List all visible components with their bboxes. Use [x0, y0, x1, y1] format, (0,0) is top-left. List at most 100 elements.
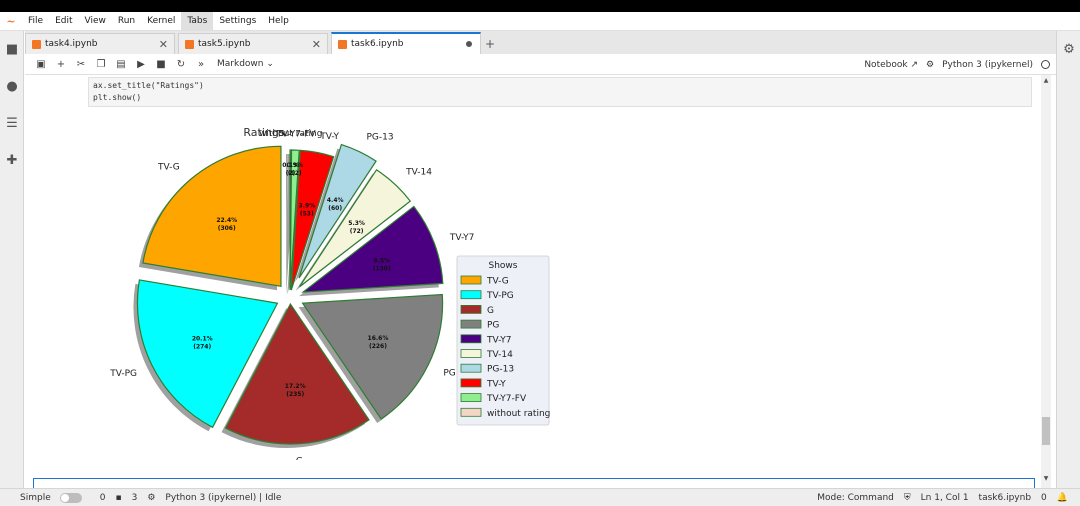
legend-swatch-pg-13 — [460, 363, 482, 373]
file-name: task6.ipynb — [978, 492, 1032, 503]
code-line: plt.show() — [93, 93, 142, 102]
tab-label: task5.ipynb — [198, 39, 251, 49]
tab-label: task6.ipynb — [351, 39, 404, 49]
tab-task5[interactable]: task5.ipynb ✕ — [178, 33, 328, 54]
close-icon[interactable]: ✕ — [159, 38, 168, 51]
legend-label-pg: PG — [487, 321, 499, 331]
editor-mode: Mode: Command — [817, 492, 894, 503]
cursor-position[interactable]: Ln 1, Col 1 — [921, 493, 969, 503]
jupyter-logo-icon: ~ — [6, 14, 16, 28]
tab-task4[interactable]: task4.ipynb ✕ — [25, 33, 175, 54]
kernel-status-icon — [1041, 60, 1050, 69]
left-sidebar: ■ ● ☰ ✚ — [0, 31, 24, 488]
terminal-count: 0 — [99, 492, 106, 503]
notebook-button[interactable]: Notebook ↗ — [864, 60, 918, 70]
slice-label-without-rating: without rating — [259, 129, 322, 139]
kernel-name[interactable]: Python 3 (ipykernel) — [942, 60, 1033, 70]
slice-percent-pg: 16.6% — [368, 335, 389, 342]
notebook-label: Notebook — [864, 59, 908, 70]
stop-icon[interactable]: ■ — [151, 59, 171, 70]
menu-help[interactable]: Help — [262, 12, 295, 31]
slice-label-tv-y7: TV-Y7 — [449, 233, 475, 243]
legend-label-pg-13: PG-13 — [487, 365, 514, 375]
chevron-down-icon: ⌄ — [266, 59, 274, 69]
copy-icon[interactable]: ❐ — [91, 59, 111, 70]
cut-icon[interactable]: ✂ — [71, 59, 91, 70]
property-inspector-icon[interactable]: ⚙ — [1061, 41, 1077, 57]
vertical-scrollbar[interactable]: ▲ ▼ — [1041, 75, 1051, 488]
terminal-icon: ▪ — [115, 492, 122, 503]
slice-label-pg-13: PG-13 — [367, 133, 394, 143]
paste-icon[interactable]: ▤ — [111, 59, 131, 70]
legend-label-without-rating: without rating — [487, 409, 550, 419]
folder-icon[interactable]: ■ — [4, 41, 20, 57]
menu-bar: ~ File Edit View Run Kernel Tabs Setting… — [0, 11, 1080, 31]
legend-swatch-tv-y7 — [460, 334, 482, 344]
legend-swatch-g — [460, 304, 482, 314]
legend-label-tv-y7-fv: TV-Y7-FV — [486, 394, 527, 404]
gear-icon[interactable]: ⚙ — [926, 60, 934, 70]
slice-label-g: G — [296, 457, 303, 460]
simple-mode-label: Simple — [20, 492, 51, 503]
status-bar: Simple 0 ▪ 3 ⚙ Python 3 (ipykernel) | Id… — [0, 488, 1080, 506]
scroll-down-icon[interactable]: ▼ — [1041, 475, 1051, 482]
menu-view[interactable]: View — [79, 12, 112, 31]
code-line: ax.set_title("Ratings") — [93, 81, 204, 90]
legend-swatch-tv-pg — [460, 290, 482, 300]
insert-cell-icon[interactable]: + — [51, 59, 71, 70]
slice-label-tv-14: TV-14 — [405, 168, 432, 178]
simple-mode-toggle[interactable] — [59, 492, 82, 503]
legend-label-tv-y: TV-Y — [486, 379, 506, 389]
bell-icon[interactable]: 🔔 — [1057, 493, 1068, 503]
slice-count-tv-g: (306) — [218, 225, 236, 232]
legend-swatch-tv-g — [460, 275, 482, 285]
legend-label-tv-14: TV-14 — [486, 350, 513, 360]
menu-kernel[interactable]: Kernel — [141, 12, 181, 31]
external-link-icon: ↗ — [910, 59, 918, 70]
scrollbar-thumb[interactable] — [1042, 417, 1050, 445]
slice-percent-tv-pg: 20.1% — [192, 336, 213, 343]
legend-swatch-pg — [460, 319, 482, 329]
fast-forward-icon[interactable]: » — [191, 59, 211, 70]
legend-swatch-tv-14 — [460, 349, 482, 358]
pie-chart: Ratings 22.4%(306)TV-G20.1%(274)TV-PG17.… — [109, 126, 550, 460]
shield-icon: ⛨ — [903, 492, 911, 503]
slice-count-without-rating: (2) — [286, 170, 296, 177]
tab-task6[interactable]: task6.ipynb — [331, 32, 481, 54]
tab-label: task4.ipynb — [45, 39, 98, 49]
run-icon[interactable]: ▶ — [131, 59, 151, 70]
cell-type-select[interactable]: Markdown ⌄ — [217, 59, 274, 69]
next-cell[interactable] — [33, 478, 1035, 488]
menu-file[interactable]: File — [22, 12, 49, 31]
restart-icon[interactable]: ↻ — [171, 59, 191, 70]
slice-percent-tv-y: 3.9% — [298, 203, 315, 210]
legend-label-g: G — [487, 306, 494, 316]
save-icon[interactable]: ▣ — [31, 59, 51, 70]
toc-icon[interactable]: ☰ — [4, 115, 20, 131]
slice-label-tv-pg: TV-PG — [109, 369, 137, 379]
legend-label-tv-y7: TV-Y7 — [486, 335, 512, 345]
slice-count-pg-13: (60) — [328, 205, 342, 212]
slice-percent-tv-y7: 9.5% — [373, 257, 390, 264]
close-icon[interactable]: ✕ — [312, 38, 321, 51]
legend-label-tv-g: TV-G — [486, 277, 509, 287]
menu-edit[interactable]: Edit — [49, 12, 78, 31]
menu-settings[interactable]: Settings — [213, 12, 262, 31]
slice-count-tv-14: (72) — [350, 228, 364, 235]
extension-icon[interactable]: ✚ — [4, 152, 20, 168]
menu-tabs[interactable]: Tabs — [181, 11, 214, 31]
add-tab-button[interactable]: + — [482, 34, 498, 54]
running-icon[interactable]: ● — [4, 78, 20, 94]
kernel-status[interactable]: Python 3 (ipykernel) | Idle — [165, 493, 281, 503]
notebook-icon — [185, 39, 194, 49]
notebook-panel: ax.set_title("Ratings") plt.show() Ratin… — [25, 75, 1056, 488]
unsaved-dot-icon[interactable] — [466, 41, 472, 47]
notification-count: 0 — [1041, 492, 1047, 503]
notebook-icon — [338, 39, 347, 49]
notebook-icon — [32, 39, 41, 49]
scroll-up-icon[interactable]: ▲ — [1041, 77, 1051, 84]
slice-label-pg: PG — [443, 368, 455, 378]
menu-run[interactable]: Run — [112, 12, 141, 31]
code-cell[interactable]: ax.set_title("Ratings") plt.show() — [88, 77, 1032, 107]
slice-count-tv-pg: (274) — [193, 344, 211, 351]
